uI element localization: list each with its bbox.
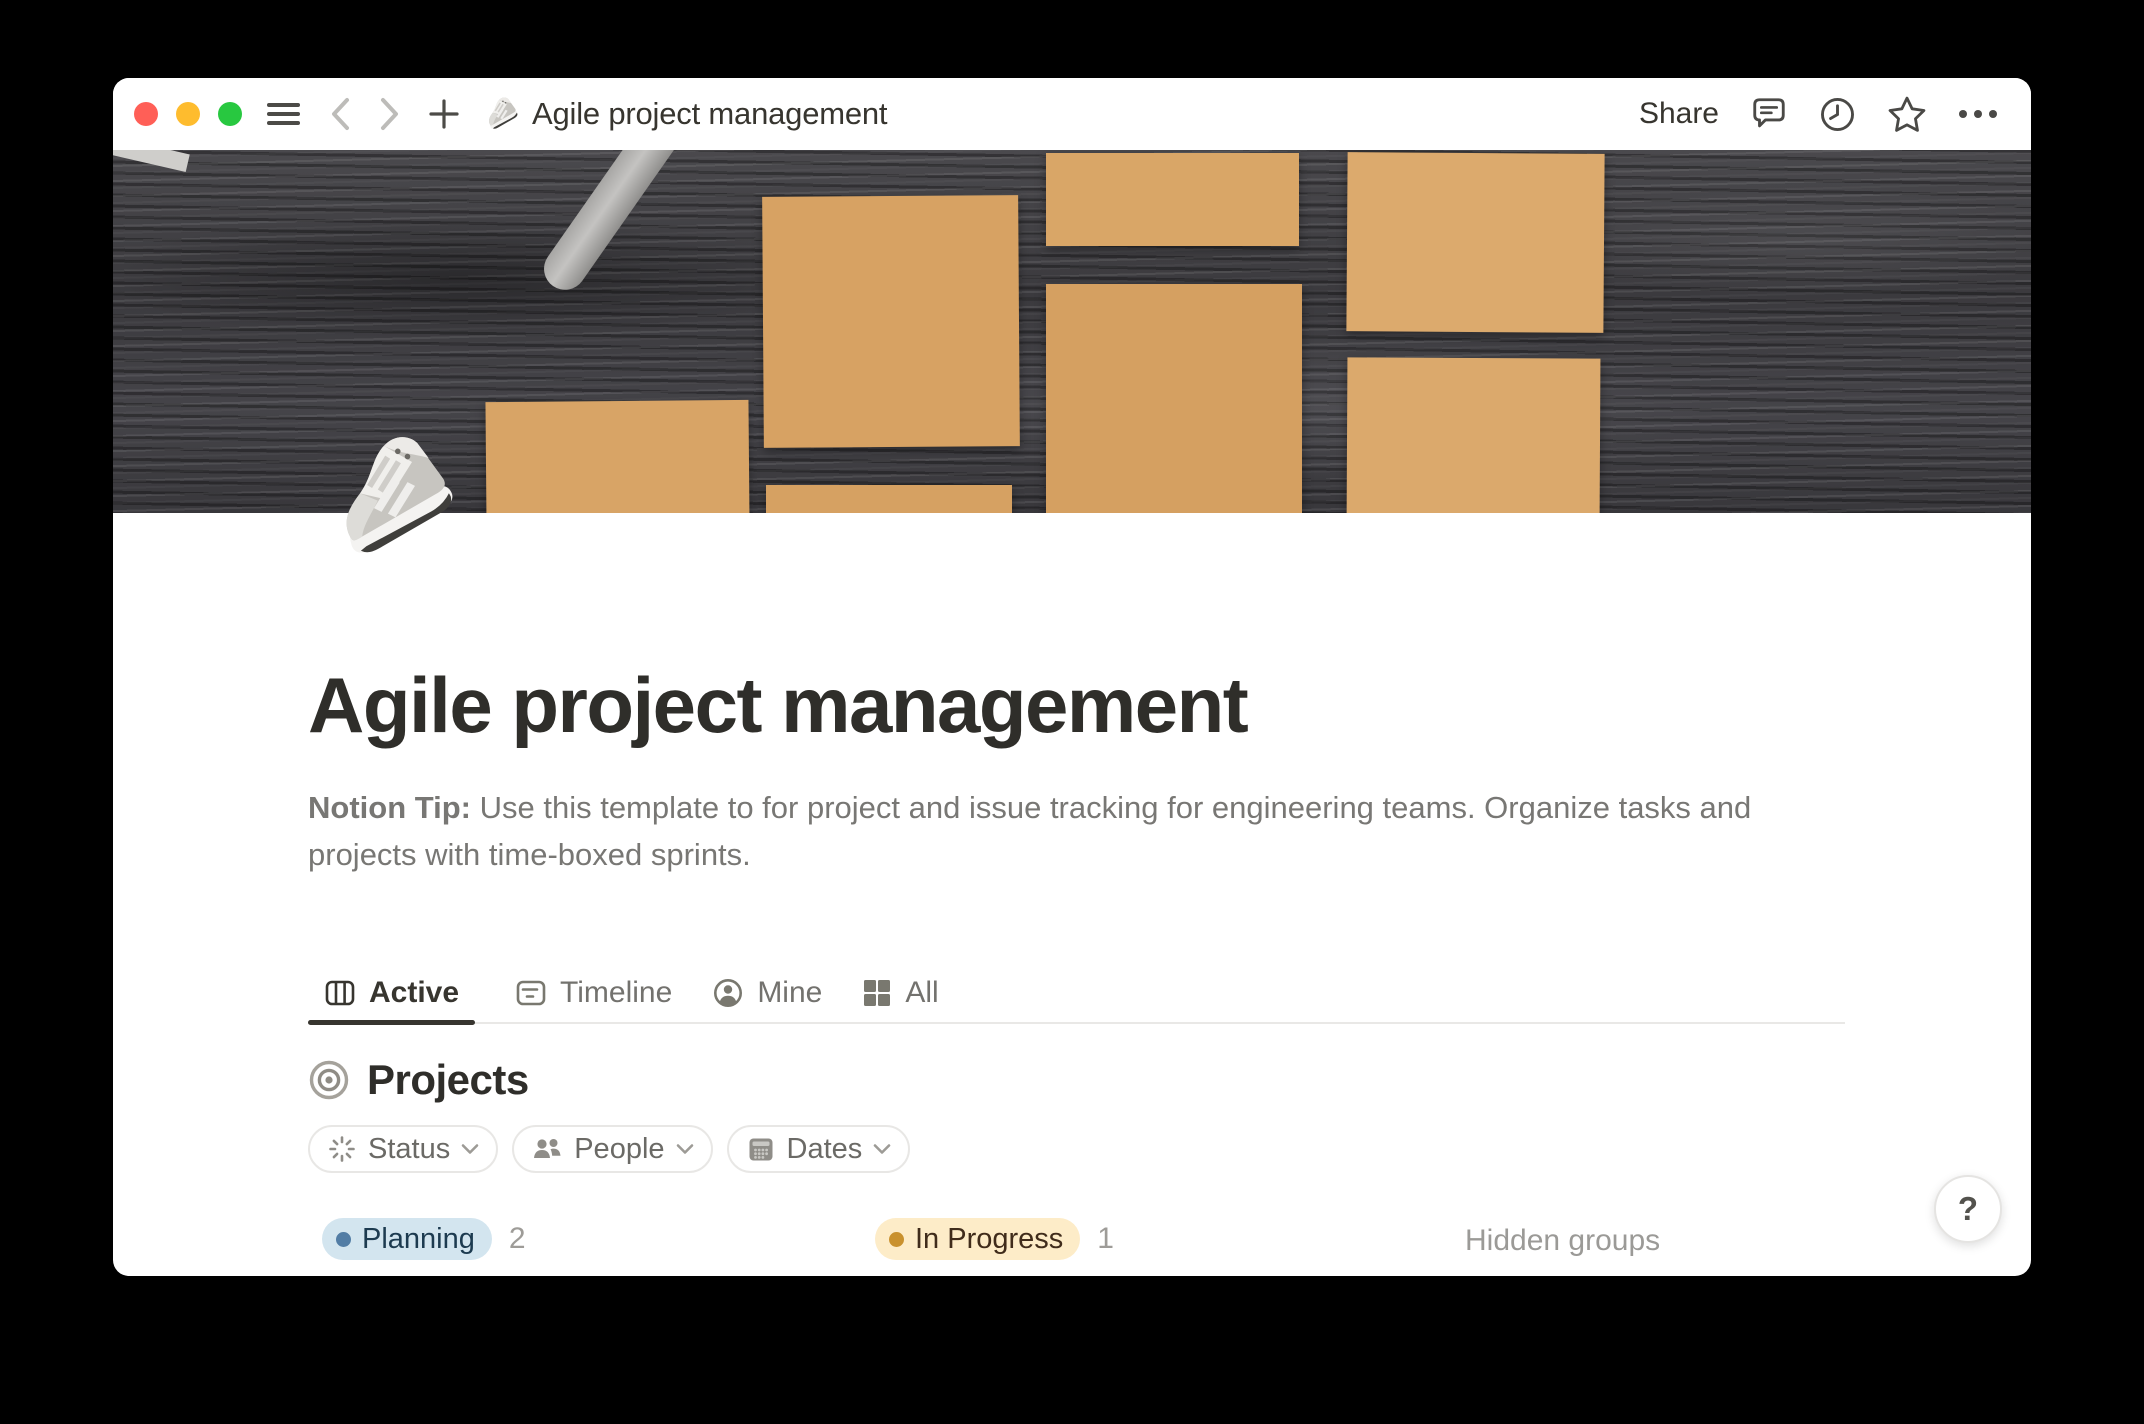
new-tab-icon	[429, 99, 459, 129]
more-button[interactable]	[1958, 109, 1998, 119]
comments-icon	[1750, 95, 1788, 133]
tab-mine[interactable]: Mine	[712, 964, 822, 1022]
filter-people[interactable]: People	[512, 1125, 712, 1173]
chevron-down-icon	[873, 1143, 891, 1155]
notion-tip-paragraph[interactable]: Notion Tip: Use this template to for pro…	[308, 784, 1845, 878]
sticky-note	[1346, 152, 1604, 333]
sticky-note	[1347, 357, 1601, 513]
screen: Agile project management Share	[0, 0, 2144, 1424]
group-count: 1	[1097, 1222, 1114, 1256]
sticky-note	[762, 195, 1020, 448]
share-button[interactable]: Share	[1639, 97, 1719, 131]
forward-button[interactable]	[379, 97, 401, 131]
breadcrumb[interactable]: Agile project management	[481, 95, 887, 133]
section-title[interactable]: Projects	[367, 1056, 529, 1104]
traffic-lights	[134, 102, 242, 126]
sneaker-icon	[481, 95, 519, 133]
zoom-button[interactable]	[218, 102, 242, 126]
minimize-button[interactable]	[176, 102, 200, 126]
close-button[interactable]	[134, 102, 158, 126]
notion-window: Agile project management Share	[113, 78, 2031, 1276]
sticky-note	[1046, 284, 1302, 513]
sticky-note	[485, 400, 749, 513]
notion-tip-text: Use this template to for project and iss…	[308, 790, 1751, 872]
group-count: 2	[509, 1222, 526, 1256]
back-button[interactable]	[329, 97, 351, 131]
group-dot	[336, 1232, 351, 1247]
filter-status[interactable]: Status	[308, 1125, 498, 1173]
tab-label: Timeline	[560, 976, 672, 1010]
board-view-icon	[324, 977, 356, 1009]
group-dot	[889, 1232, 904, 1247]
board-group-in-progress: In Progress 1	[875, 1218, 1114, 1260]
tab-label: Mine	[757, 976, 822, 1010]
section-header: Projects	[308, 1056, 1845, 1104]
cover-paper-corner	[113, 150, 190, 172]
filter-dates[interactable]: Dates	[727, 1125, 911, 1173]
person-circle-icon	[712, 977, 744, 1009]
page-icon-sneaker[interactable]	[317, 428, 457, 568]
comments-button[interactable]	[1750, 95, 1788, 133]
page-title[interactable]: Agile project management	[308, 660, 1845, 750]
favorite-star-icon	[1887, 95, 1927, 133]
cover-pen	[536, 150, 747, 298]
forward-icon	[379, 97, 401, 131]
breadcrumb-title: Agile project management	[532, 96, 887, 132]
tab-timeline[interactable]: Timeline	[515, 964, 672, 1022]
back-icon	[329, 97, 351, 131]
titlebar: Agile project management Share	[113, 78, 2031, 150]
sidebar-toggle-button[interactable]	[266, 100, 301, 128]
filter-label: Status	[368, 1133, 450, 1166]
tab-active[interactable]: Active	[308, 964, 475, 1022]
people-icon	[531, 1135, 563, 1163]
page-body: Agile project management Notion Tip: Use…	[308, 513, 1845, 1262]
more-ellipsis-icon	[1958, 109, 1998, 119]
target-icon	[308, 1059, 350, 1101]
chevron-down-icon	[461, 1143, 479, 1155]
notion-tip-label: Notion Tip:	[308, 790, 471, 825]
tab-all[interactable]: All	[862, 964, 938, 1022]
help-button[interactable]: ?	[1934, 1175, 2002, 1243]
tab-label: Active	[369, 976, 459, 1010]
group-label: Planning	[362, 1223, 475, 1256]
status-burst-icon	[327, 1134, 357, 1164]
chevron-down-icon	[676, 1143, 694, 1155]
filter-label: People	[574, 1133, 664, 1166]
sticky-note	[1046, 153, 1299, 246]
sticky-note	[766, 485, 1012, 513]
updates-clock-icon	[1819, 96, 1856, 133]
grid-view-icon	[862, 978, 892, 1008]
menu-icon	[266, 100, 301, 128]
updates-button[interactable]	[1819, 96, 1856, 133]
group-pill-planning[interactable]: Planning	[322, 1218, 492, 1260]
view-tabs: Active Timeline Mine	[308, 964, 1845, 1024]
timeline-view-icon	[515, 977, 547, 1009]
tab-label: All	[905, 976, 938, 1010]
favorite-button[interactable]	[1887, 95, 1927, 133]
board-group-planning: Planning 2	[322, 1218, 526, 1260]
calendar-icon	[746, 1134, 776, 1164]
board-groups-row: Planning 2 In Progress 1 Hidden groups	[308, 1218, 1845, 1262]
group-label: In Progress	[915, 1223, 1063, 1256]
group-pill-in-progress[interactable]: In Progress	[875, 1218, 1080, 1260]
filter-bar: Status People	[308, 1125, 1845, 1173]
new-tab-button[interactable]	[429, 99, 459, 129]
filter-label: Dates	[787, 1133, 863, 1166]
hidden-groups-label[interactable]: Hidden groups	[1465, 1224, 1660, 1258]
